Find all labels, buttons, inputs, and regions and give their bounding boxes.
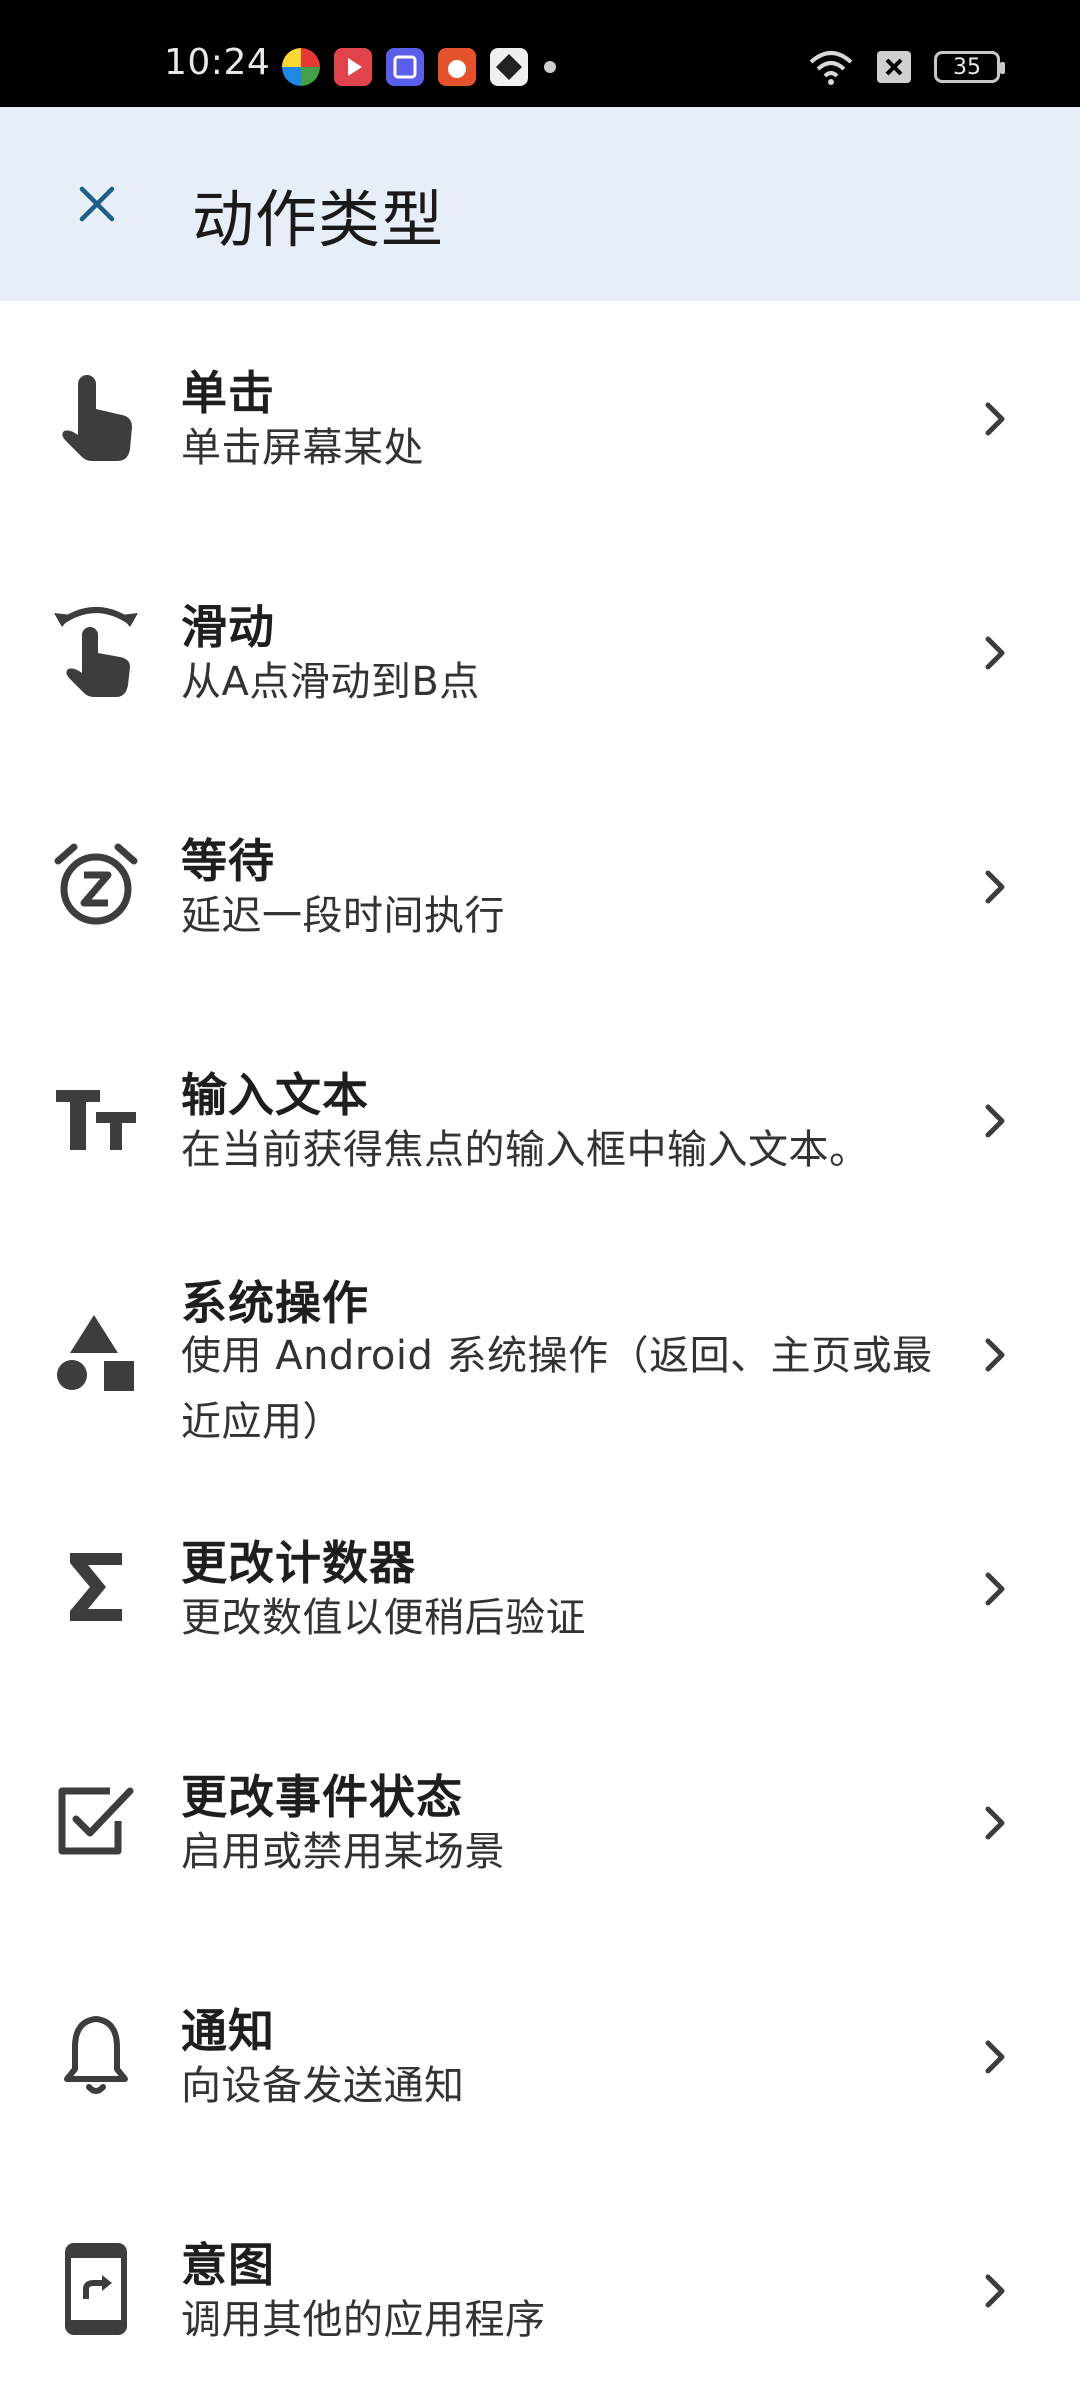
list-item-change-counter[interactable]: 更改计数器 更改数值以便稍后验证 — [0, 1471, 1080, 1705]
bell-icon — [48, 2007, 144, 2103]
close-icon — [79, 186, 115, 222]
status-bar: 10:24 35 — [0, 0, 1080, 107]
chevron-right-icon — [985, 1572, 1005, 1606]
chevron-right-icon — [985, 870, 1005, 904]
list-item-system-action[interactable]: 系统操作 使用 Android 系统操作（返回、主页或最近应用） — [0, 1237, 1080, 1471]
item-desc: 向设备发送通知 — [181, 2063, 465, 2109]
item-desc: 延迟一段时间执行 — [181, 893, 505, 939]
wifi-icon — [809, 51, 853, 85]
chevron-right-icon — [985, 1338, 1005, 1372]
more-notifications-dot-icon — [544, 61, 556, 73]
text-fields-icon — [48, 1071, 144, 1167]
checkbox-icon — [48, 1773, 144, 1869]
item-title: 单击 — [181, 366, 275, 420]
chevron-right-icon — [985, 2040, 1005, 2074]
app-notification-icon — [282, 48, 320, 86]
list-item-wait[interactable]: 等待 延迟一段时间执行 — [0, 769, 1080, 1003]
list-item-swipe[interactable]: 滑动 从A点滑动到B点 — [0, 535, 1080, 769]
shop-app-icon — [438, 48, 476, 86]
item-desc: 使用 Android 系统操作（返回、主页或最近应用） — [181, 1333, 933, 1445]
battery-level: 35 — [953, 54, 981, 80]
no-sim-icon — [877, 51, 911, 83]
list-item-click[interactable]: 单击 单击屏幕某处 — [0, 301, 1080, 535]
battery-indicator: 35 — [934, 51, 1005, 83]
item-desc: 单击屏幕某处 — [181, 425, 424, 471]
item-desc: 从A点滑动到B点 — [181, 659, 480, 705]
chevron-right-icon — [985, 2274, 1005, 2308]
page-title: 动作类型 — [192, 183, 445, 256]
item-desc: 调用其他的应用程序 — [181, 2297, 546, 2343]
battery-tip — [1000, 62, 1005, 74]
item-desc: 更改数值以便稍后验证 — [181, 1595, 586, 1641]
chevron-right-icon — [985, 402, 1005, 436]
item-title: 更改事件状态 — [181, 1770, 463, 1824]
list-item-notification[interactable]: 通知 向设备发送通知 — [0, 1939, 1080, 2173]
item-desc: 在当前获得焦点的输入框中输入文本。 — [181, 1127, 870, 1173]
item-title: 更改计数器 — [181, 1536, 416, 1590]
swipe-icon — [48, 603, 144, 699]
notification-icons — [282, 48, 558, 86]
status-right: 35 — [808, 48, 1005, 86]
video-app-icon — [334, 48, 372, 86]
app-bar: 动作类型 — [0, 107, 1080, 301]
list-item-change-event-state[interactable]: 更改事件状态 启用或禁用某场景 — [0, 1705, 1080, 1939]
snooze-alarm-icon — [48, 837, 144, 933]
item-title: 输入文本 — [181, 1068, 369, 1122]
item-title: 通知 — [181, 2004, 275, 2058]
item-desc: 启用或禁用某场景 — [181, 1829, 505, 1875]
list-item-intent[interactable]: 意图 调用其他的应用程序 — [0, 2173, 1080, 2400]
list-item-input-text[interactable]: 输入文本 在当前获得焦点的输入框中输入文本。 — [0, 1003, 1080, 1237]
shapes-icon — [48, 1305, 144, 1401]
sigma-icon — [48, 1539, 144, 1635]
touch-icon — [48, 369, 144, 465]
chevron-right-icon — [985, 636, 1005, 670]
chevron-right-icon — [985, 1806, 1005, 1840]
item-title: 意图 — [181, 2238, 275, 2292]
phone-forward-icon — [48, 2241, 144, 2337]
status-time: 10:24 — [164, 42, 271, 83]
close-button[interactable] — [66, 173, 128, 235]
chevron-right-icon — [985, 1104, 1005, 1138]
item-title: 等待 — [181, 834, 275, 888]
item-title: 滑动 — [181, 600, 275, 654]
forum-app-icon — [386, 48, 424, 86]
tool-app-icon — [490, 48, 528, 86]
